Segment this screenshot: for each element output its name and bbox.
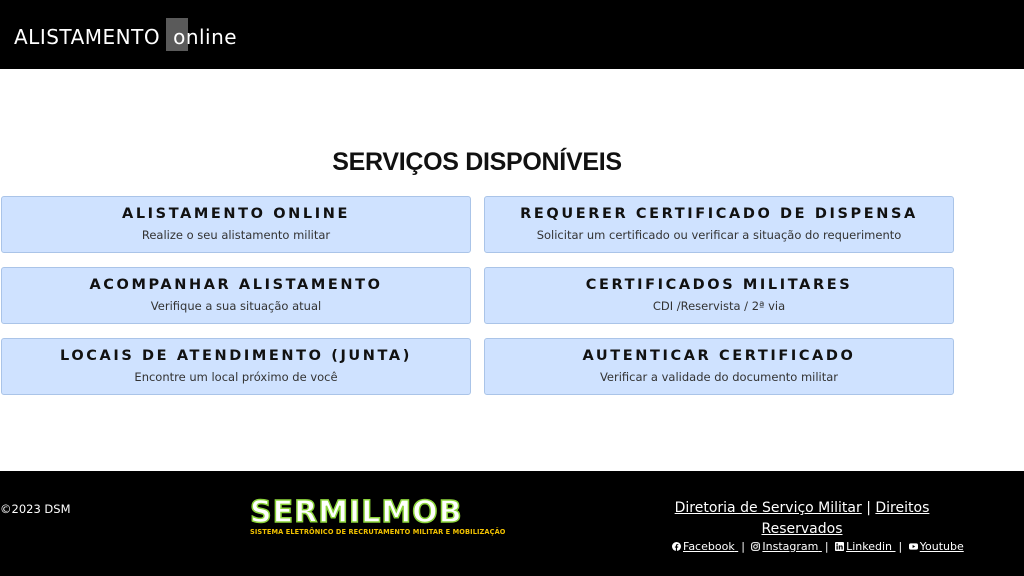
service-card-locais-atendimento[interactable]: LOCAIS DE ATENDIMENTO (JUNTA) Encontre u… xyxy=(1,338,471,395)
service-card-acompanhar-alistamento[interactable]: ACOMPANHAR ALISTAMENTO Verifique a sua s… xyxy=(1,267,471,324)
social-facebook-label: Facebook xyxy=(683,540,735,553)
service-card-subtitle: Encontre um local próximo de você xyxy=(134,370,338,384)
social-separator: | xyxy=(741,540,745,553)
sermilmob-logo: SERMILMOB SISTEMA ELETRÔNICO DE RECRUTAM… xyxy=(249,495,510,536)
service-card-alistamento-online[interactable]: ALISTAMENTO ONLINE Realize o seu alistam… xyxy=(1,196,471,253)
service-card-title: CERTIFICADOS MILITARES xyxy=(585,277,853,293)
social-links: Facebook | Instagram | Linkedin | Youtub… xyxy=(672,540,964,553)
service-card-title: REQUERER CERTIFICADO DE DISPENSA xyxy=(520,206,918,222)
service-card-subtitle: Solicitar um certificado ou verificar a … xyxy=(536,228,902,242)
link-diretoria-servico-militar[interactable]: Diretoria de Serviço Militar xyxy=(675,500,862,516)
service-card-subtitle: Verificar a validade do documento milita… xyxy=(599,370,839,384)
social-linkedin-label: Linkedin xyxy=(846,540,893,553)
section-title: SERVIÇOS DISPONÍVEIS xyxy=(332,148,622,176)
service-card-subtitle: CDI /Reservista / 2ª via xyxy=(652,299,786,313)
service-card-subtitle: Realize o seu alistamento militar xyxy=(141,228,331,242)
social-youtube-link[interactable]: Youtube xyxy=(908,540,964,553)
link-separator: | xyxy=(866,500,871,516)
service-card-title: LOCAIS DE ATENDIMENTO (JUNTA) xyxy=(60,348,412,364)
service-card-certificados-militares[interactable]: CERTIFICADOS MILITARES CDI /Reservista /… xyxy=(484,267,954,324)
social-linkedin-link[interactable]: Linkedin xyxy=(835,540,895,553)
copyright-text: ©2023 DSM xyxy=(0,502,71,516)
instagram-icon xyxy=(751,542,761,551)
footer-links: Diretoria de Serviço Militar | Direitos … xyxy=(672,498,932,540)
logo-subtitle: SISTEMA ELETRÔNICO DE RECRUTAMENTO MILIT… xyxy=(250,528,506,536)
service-card-requerer-certificado[interactable]: REQUERER CERTIFICADO DE DISPENSA Solicit… xyxy=(484,196,954,253)
service-card-title: ACOMPANHAR ALISTAMENTO xyxy=(89,277,383,293)
brand-logo[interactable]: ALISTAMENTO online xyxy=(14,18,238,53)
brand-main-text: ALISTAMENTO xyxy=(14,24,161,49)
service-card-subtitle: Verifique a sua situação atual xyxy=(150,299,322,313)
social-youtube-label: Youtube xyxy=(919,540,964,553)
logo-text: SERMILMOB xyxy=(249,495,463,530)
service-card-title: ALISTAMENTO ONLINE xyxy=(122,206,350,222)
top-navbar: ALISTAMENTO online xyxy=(0,0,1024,69)
social-instagram-label: Instagram xyxy=(762,540,819,553)
social-separator: | xyxy=(898,540,903,553)
service-card-autenticar-certificado[interactable]: AUTENTICAR CERTIFICADO Verificar a valid… xyxy=(484,338,954,395)
linkedin-icon xyxy=(835,542,845,551)
social-facebook-link[interactable]: Facebook xyxy=(672,540,738,553)
social-separator: | xyxy=(824,540,829,553)
brand-online-text: online xyxy=(173,24,238,49)
youtube-icon xyxy=(908,543,918,550)
social-instagram-link[interactable]: Instagram xyxy=(751,540,821,553)
facebook-icon xyxy=(672,542,681,551)
service-card-title: AUTENTICAR CERTIFICADO xyxy=(582,348,856,364)
footer: ©2023 DSM SERMILMOB SISTEMA ELETRÔNICO D… xyxy=(0,471,1024,576)
